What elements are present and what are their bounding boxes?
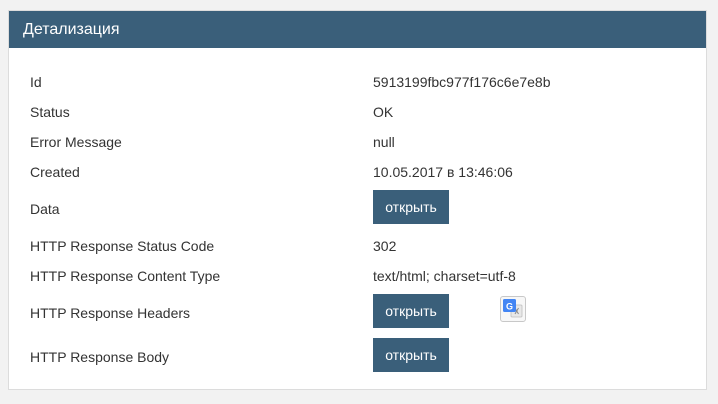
created-label: Created — [30, 164, 80, 180]
http-body-open-button[interactable]: открыть — [373, 338, 449, 372]
translate-icon-graphic: G — [503, 299, 523, 318]
status-value: OK — [373, 104, 394, 120]
google-translate-icon[interactable]: G — [500, 296, 526, 322]
http-status-code-label: HTTP Response Status Code — [30, 238, 215, 254]
id-value: 5913199fbc977f176c6e7e8b — [373, 74, 551, 90]
svg-text:G: G — [506, 302, 513, 312]
http-status-code-value: 302 — [373, 238, 397, 254]
id-label: Id — [30, 74, 42, 90]
error-message-label: Error Message — [30, 134, 122, 150]
error-message-value: null — [373, 134, 395, 150]
data-label: Data — [30, 201, 60, 217]
data-open-button[interactable]: открыть — [373, 190, 449, 224]
http-headers-label: HTTP Response Headers — [30, 305, 191, 321]
status-label: Status — [30, 104, 70, 120]
http-headers-open-button[interactable]: открыть — [373, 294, 449, 328]
http-content-type-value: text/html; charset=utf-8 — [373, 268, 516, 284]
panel-title: Детализация — [9, 11, 706, 48]
details-panel: Детализация Id 5913199fbc977f176c6e7e8b … — [8, 10, 707, 390]
created-value: 10.05.2017 в 13:46:06 — [373, 164, 513, 180]
http-body-label: HTTP Response Body — [30, 349, 170, 365]
http-content-type-label: HTTP Response Content Type — [30, 268, 221, 284]
